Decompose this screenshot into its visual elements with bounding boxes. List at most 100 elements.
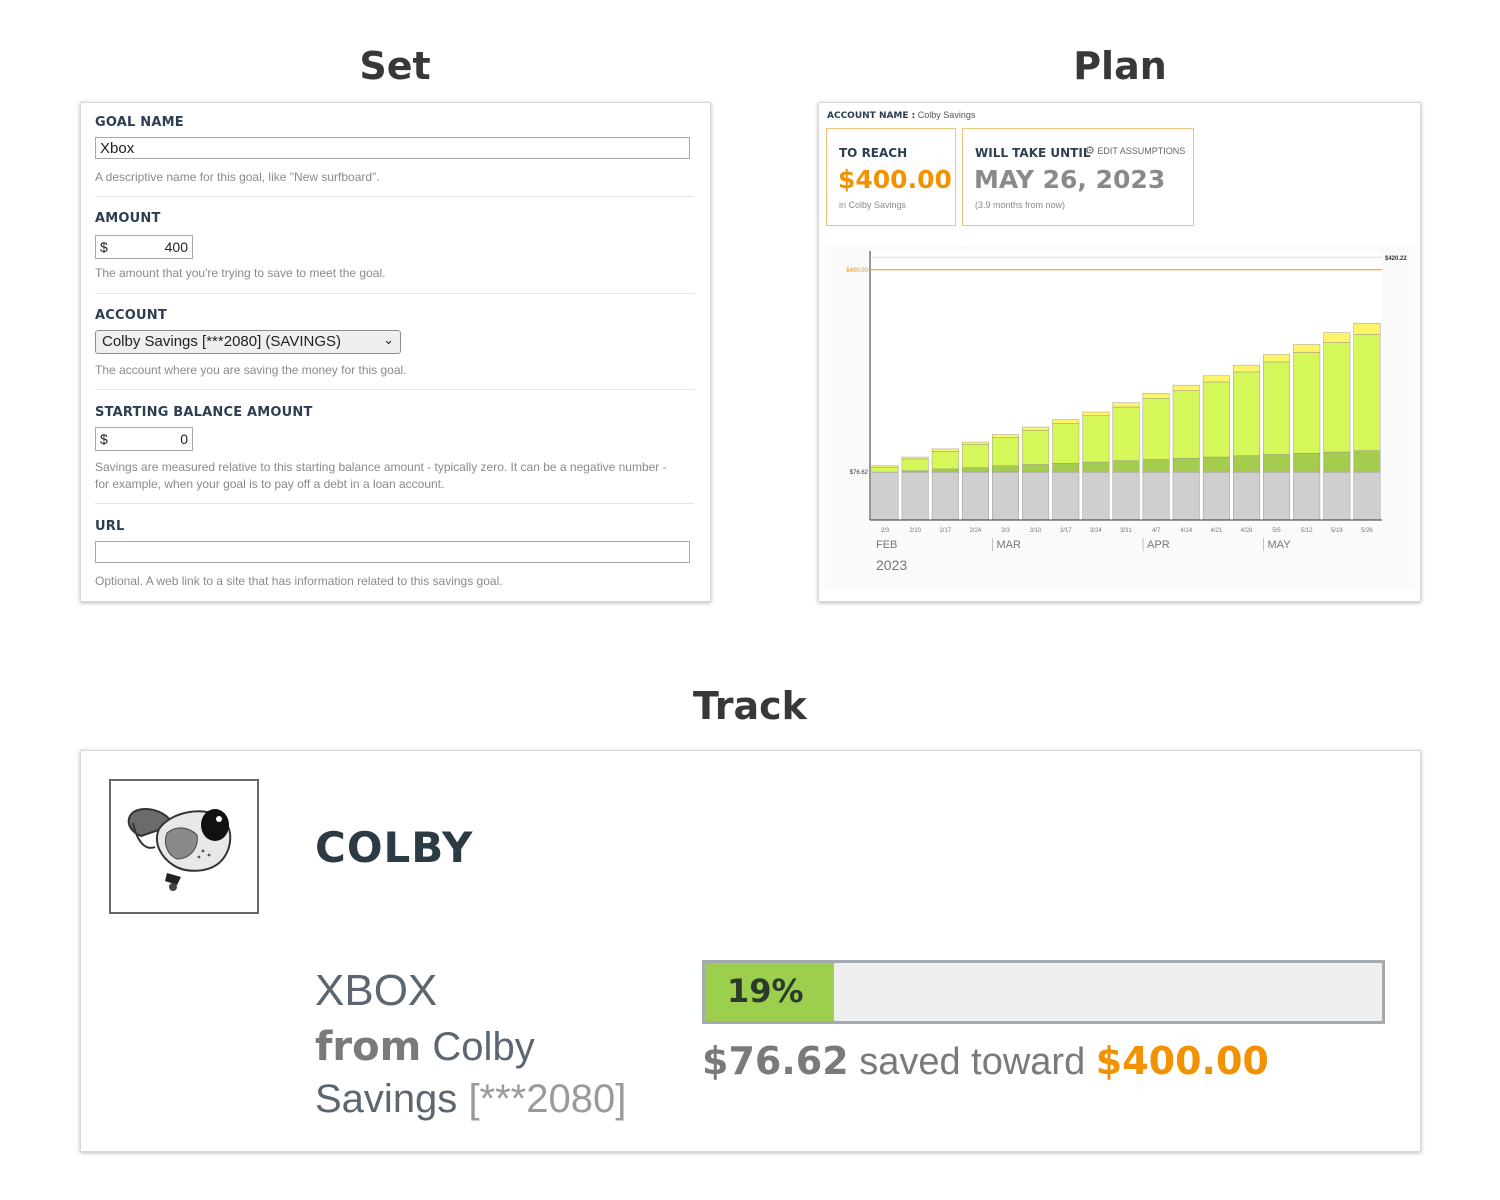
x-tick-label: 2/3	[881, 528, 890, 534]
x-tick-label: 3/3	[1001, 528, 1010, 534]
will-take-date: MAY 26, 2023	[974, 165, 1166, 194]
amount-label: AMOUNT	[95, 211, 161, 226]
bar-segment	[1112, 402, 1140, 408]
month-label: MAY	[1268, 539, 1292, 551]
max-value-label: $420.22	[1385, 256, 1407, 262]
x-tick-label: 5/26	[1361, 528, 1373, 534]
gear-icon: ⚙	[1085, 145, 1095, 157]
bar-segment	[1233, 364, 1260, 373]
edit-assumptions-link[interactable]: ⚙ EDIT ASSUMPTIONS	[1085, 144, 1185, 157]
bar-segment	[1323, 332, 1351, 343]
starting-balance-value: 0	[180, 431, 188, 447]
goal-name-label: GOAL NAME	[95, 115, 184, 130]
will-take-sub: (3.9 months from now)	[975, 200, 1066, 210]
divider	[95, 389, 694, 390]
starting-balance-help: Savings are measured relative to this st…	[95, 459, 667, 493]
saved-summary: $76.62 saved toward $400.00	[702, 1039, 1269, 1084]
bar-segment	[1263, 361, 1291, 455]
starting-balance-help-line1: Savings are measured relative to this st…	[95, 460, 667, 474]
bar-segment	[1052, 423, 1080, 464]
bar-segment	[961, 467, 989, 473]
plan-panel: ACCOUNT NAME : Colby Savings TO REACH $4…	[818, 102, 1421, 602]
url-input[interactable]	[95, 541, 690, 563]
divider	[95, 196, 694, 197]
bar-segment	[1293, 344, 1321, 353]
bar-segment	[1112, 471, 1140, 521]
saved-amount: $76.62	[702, 1039, 849, 1083]
url-help: Optional. A web link to a site that has …	[95, 574, 503, 588]
amount-currency: $	[100, 239, 108, 255]
bar-segment	[901, 458, 929, 472]
x-tick-label: 4/28	[1241, 528, 1253, 534]
bar-segment	[1172, 390, 1200, 459]
goal-name-input[interactable]: Xbox	[95, 137, 690, 159]
month-label: MAR	[996, 539, 1021, 551]
bar-segment	[1082, 461, 1110, 473]
account-selected-value: Colby Savings [***2080] (SAVINGS)	[102, 333, 341, 350]
to-reach-box: TO REACH $400.00 in Colby Savings	[826, 128, 956, 226]
bar-segment	[961, 441, 989, 445]
bar-segment	[1172, 471, 1200, 521]
will-take-box: WILL TAKE UNTIL ⚙ EDIT ASSUMPTIONS MAY 2…	[962, 128, 1194, 226]
bar-segment	[1172, 458, 1200, 473]
x-tick-label: 3/31	[1120, 528, 1132, 534]
bar-segment	[1142, 393, 1170, 399]
bar-segment	[1142, 398, 1170, 460]
bar-segment	[871, 471, 899, 521]
goal-line-label: $400.00	[846, 268, 868, 274]
bar-segment	[1112, 406, 1140, 462]
bar-segment	[1202, 471, 1230, 521]
x-tick-label: 2/10	[909, 528, 921, 534]
bar-segment	[1233, 455, 1260, 473]
to-reach-amount: $400.00	[838, 165, 952, 194]
bar-segment	[992, 434, 1019, 438]
bar-segment	[1293, 453, 1321, 473]
bar-segment	[1142, 471, 1170, 521]
account-label: ACCOUNT	[95, 308, 167, 323]
divider	[95, 503, 694, 504]
set-section-title: Set	[359, 44, 431, 88]
x-tick-label: 5/12	[1301, 528, 1313, 534]
bar-segment	[1172, 384, 1200, 391]
start-value-label: $76.62	[850, 470, 869, 476]
edit-assumptions-label: EDIT ASSUMPTIONS	[1097, 146, 1186, 156]
starting-balance-label: STARTING BALANCE AMOUNT	[95, 405, 313, 420]
starting-balance-currency: $	[100, 431, 108, 447]
target-amount: $400.00	[1095, 1039, 1269, 1083]
url-label: URL	[95, 519, 125, 534]
goal-account-mask: [***2080]	[468, 1077, 627, 1121]
bar-segment	[1323, 471, 1351, 521]
bar-segment	[1202, 375, 1230, 383]
avatar	[109, 779, 259, 914]
track-section-title: Track	[693, 684, 807, 728]
x-tick-label: 2/17	[939, 528, 951, 534]
x-tick-label: 3/10	[1030, 528, 1042, 534]
to-reach-sub: in Colby Savings	[839, 200, 907, 210]
bar-segment	[931, 451, 959, 470]
starting-balance-input[interactable]: $ 0	[95, 427, 193, 451]
bar-segment	[901, 471, 929, 521]
bar-segment	[961, 444, 989, 468]
goal-name: XBOX	[315, 966, 438, 1015]
bar-segment	[1022, 471, 1050, 521]
account-select[interactable]: Colby Savings [***2080] (SAVINGS) ⌄	[95, 330, 401, 354]
starting-balance-help-line2: for example, when your goal is to pay of…	[95, 477, 445, 491]
amount-field-group: AMOUNT $ 400 The amount that you're tryi…	[95, 211, 692, 280]
bar-segment	[901, 456, 929, 460]
bar-segment	[871, 465, 899, 468]
set-goal-form: GOAL NAME Xbox A descriptive name for th…	[80, 102, 711, 602]
bar-segment	[1082, 411, 1110, 416]
bar-segment	[1353, 334, 1381, 451]
bar-segment	[1082, 471, 1110, 521]
x-tick-label: 4/14	[1180, 528, 1192, 534]
track-panel: COLBY XBOX from Colby Savings [***2080] …	[80, 750, 1421, 1152]
bar-segment	[1142, 459, 1170, 473]
bar-segment	[992, 465, 1019, 473]
bar-segment	[992, 471, 1019, 521]
amount-value: 400	[164, 239, 188, 255]
amount-input[interactable]: $ 400	[95, 235, 193, 259]
goal-name-field-group: GOAL NAME Xbox A descriptive name for th…	[95, 115, 692, 184]
bar-segment	[1233, 371, 1260, 457]
to-reach-label: TO REACH	[839, 146, 908, 160]
chart-svg: 2/3 2/10 2/17 2/24 3/3 3/10 3/17 3/24 3/31 4/7 4/1…	[825, 245, 1415, 590]
